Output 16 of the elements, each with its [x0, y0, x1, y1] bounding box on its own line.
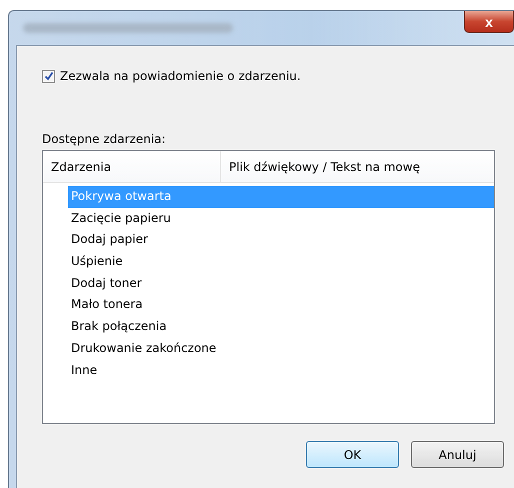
event-row[interactable]: Drukowanie zakończone [68, 338, 494, 360]
column-header[interactable]: Zdarzenia [43, 151, 221, 182]
event-row[interactable]: Dodaj toner [68, 272, 494, 294]
event-row[interactable]: Zacięcie papieru [68, 208, 494, 230]
events-label: Dostępne zdarzenia: [42, 132, 167, 146]
event-row[interactable]: Uśpienie [68, 251, 494, 273]
checkbox[interactable] [42, 70, 55, 82]
event-row[interactable]: Brak połączenia [68, 316, 494, 338]
checkbox-label: Zezwala na powiadomienie o zdarzeniu. [60, 69, 301, 83]
event-row[interactable]: Mało tonera [68, 294, 494, 316]
event-row[interactable]: Dodaj papier [68, 229, 494, 252]
close-button[interactable]: x [464, 11, 514, 33]
ok-button[interactable]: OK [306, 441, 399, 468]
cancel-button[interactable]: Anuluj [411, 441, 504, 468]
column-header[interactable]: Plik dźwiękowy / Tekst na mowę [221, 151, 494, 182]
event-row[interactable]: Inne [68, 360, 494, 382]
